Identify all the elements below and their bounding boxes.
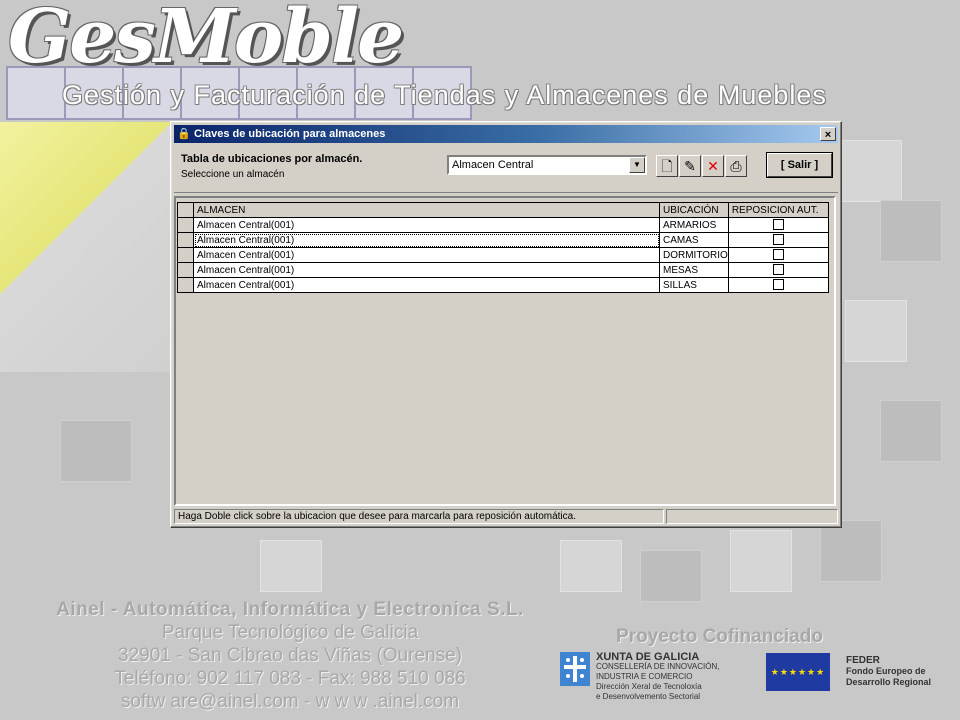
xunta-line: Dirección Xeral de Tecnoloxía bbox=[596, 682, 702, 691]
company-info: Ainel - Automática, Informática y Electr… bbox=[40, 598, 540, 713]
xunta-logo-icon bbox=[560, 652, 590, 686]
locations-dialog: 🔒 Claves de ubicación para almacenes × T… bbox=[170, 121, 842, 528]
table-row[interactable]: Almacen Central(001) MESAS bbox=[177, 262, 829, 278]
cell-reposicion[interactable] bbox=[727, 277, 829, 293]
feder-title: FEDER bbox=[846, 655, 880, 666]
cell-ubicacion[interactable]: CAMAS bbox=[659, 232, 729, 248]
feder-line: Fondo Europeo de bbox=[846, 666, 926, 676]
close-button[interactable]: × bbox=[820, 127, 836, 141]
dialog-title: Claves de ubicación para almacenes bbox=[194, 128, 386, 140]
bg-tile bbox=[260, 540, 322, 592]
reposicion-checkbox[interactable] bbox=[772, 219, 784, 231]
cell-almacen[interactable]: Almacen Central(001) bbox=[193, 277, 660, 293]
dialog-titlebar[interactable]: 🔒 Claves de ubicación para almacenes × bbox=[174, 125, 838, 143]
bg-tile bbox=[640, 550, 702, 602]
print-button[interactable]: ⎙ bbox=[725, 155, 747, 177]
header-title: Tabla de ubicaciones por almacén. bbox=[181, 153, 363, 165]
company-address-2: 32901 - San Cibrao das Viñas (Ourense) bbox=[118, 645, 462, 666]
xunta-line: CONSELLERÍA DE INNOVACIÓN, bbox=[596, 662, 720, 671]
status-pane-empty bbox=[666, 509, 838, 524]
reposicion-checkbox[interactable] bbox=[772, 279, 784, 291]
xunta-text: XUNTA DE GALICIA CONSELLERÍA DE INNOVACI… bbox=[596, 652, 719, 702]
company-web: softw are@ainel.com - w w w .ainel.com bbox=[120, 691, 460, 712]
row-selector[interactable] bbox=[177, 277, 194, 293]
feder-text: FEDER Fondo Europeo de Desarrollo Region… bbox=[846, 655, 931, 688]
xunta-title: XUNTA DE GALICIA bbox=[596, 651, 700, 663]
column-header-reposicion[interactable]: REPOSICION AUT. bbox=[727, 202, 829, 218]
cell-almacen[interactable]: Almacen Central(001) bbox=[193, 217, 660, 233]
new-button[interactable]: 🗋 bbox=[656, 155, 678, 177]
warehouse-select-value: Almacen Central bbox=[452, 159, 534, 171]
company-phone: Teléfono: 902 117 083 - Fax: 988 510 086 bbox=[114, 668, 466, 689]
row-selector[interactable] bbox=[177, 232, 194, 248]
xunta-line: e Desenvolvemento Sectorial bbox=[596, 692, 701, 701]
cell-almacen[interactable]: Almacen Central(001) bbox=[193, 247, 660, 263]
locations-grid-area[interactable]: ALMACEN UBICACIÓN REPOSICION AUT. Almace… bbox=[174, 196, 836, 506]
delete-x-icon: ✕ bbox=[707, 158, 719, 174]
bg-tile bbox=[60, 420, 132, 482]
exit-button[interactable]: [ Salir ] bbox=[767, 153, 832, 177]
eu-flag-icon: ★★★★★★ bbox=[766, 653, 830, 691]
bg-tile bbox=[560, 540, 622, 592]
cofinanced-label: Proyecto Cofinanciado bbox=[616, 626, 823, 647]
table-row[interactable]: Almacen Central(001) ARMARIOS bbox=[177, 217, 829, 233]
cell-ubicacion[interactable]: DORMITORIO bbox=[659, 247, 729, 263]
cell-ubicacion[interactable]: SILLAS bbox=[659, 277, 729, 293]
cell-almacen[interactable]: Almacen Central(001) bbox=[193, 232, 660, 248]
cell-almacen[interactable]: Almacen Central(001) bbox=[193, 262, 660, 278]
company-name: Ainel - Automática, Informática y Electr… bbox=[56, 599, 524, 620]
delete-button[interactable]: ✕ bbox=[702, 155, 724, 177]
reposicion-checkbox[interactable] bbox=[772, 234, 784, 246]
pencil-icon: ✎ bbox=[684, 158, 696, 174]
app-logo: GesMoble bbox=[8, 0, 404, 80]
xunta-line: INDUSTRIA E COMERCIO bbox=[596, 672, 693, 681]
grid-header-row: ALMACEN UBICACIÓN REPOSICION AUT. bbox=[177, 202, 829, 218]
cell-reposicion[interactable] bbox=[727, 232, 829, 248]
locations-grid: ALMACEN UBICACIÓN REPOSICION AUT. Almace… bbox=[177, 202, 829, 293]
cell-ubicacion[interactable]: MESAS bbox=[659, 262, 729, 278]
status-bar: Haga Doble click sobre la ubicacion que … bbox=[174, 509, 838, 525]
new-document-icon: 🗋 bbox=[661, 158, 673, 174]
bg-tile bbox=[820, 520, 882, 582]
cell-reposicion[interactable] bbox=[727, 217, 829, 233]
reposicion-checkbox[interactable] bbox=[772, 249, 784, 261]
cell-reposicion[interactable] bbox=[727, 262, 829, 278]
reposicion-checkbox[interactable] bbox=[772, 264, 784, 276]
row-selector[interactable] bbox=[177, 217, 194, 233]
printer-icon: ⎙ bbox=[730, 158, 742, 174]
row-selector[interactable] bbox=[177, 262, 194, 278]
bg-tile bbox=[880, 400, 942, 462]
bg-tile bbox=[845, 300, 907, 362]
chevron-down-icon[interactable]: ▼ bbox=[629, 157, 645, 173]
bg-tile bbox=[840, 140, 902, 202]
table-row[interactable]: Almacen Central(001) DORMITORIO bbox=[177, 247, 829, 263]
cell-ubicacion[interactable]: ARMARIOS bbox=[659, 217, 729, 233]
feder-line: Desarrollo Regional bbox=[846, 677, 932, 687]
dialog-header: Tabla de ubicaciones por almacén. Selecc… bbox=[174, 144, 838, 193]
bg-tile bbox=[730, 530, 792, 592]
edit-button[interactable]: ✎ bbox=[679, 155, 701, 177]
column-header-ubicacion[interactable]: UBICACIÓN bbox=[659, 202, 729, 218]
bg-tile bbox=[880, 200, 942, 262]
yellow-decoration bbox=[0, 122, 175, 372]
app-icon: 🔒 bbox=[177, 128, 191, 140]
app-subtitle: Gestión y Facturación de Tiendas y Almac… bbox=[62, 80, 827, 110]
row-selector[interactable] bbox=[177, 247, 194, 263]
company-address-1: Parque Tecnológico de Galicia bbox=[161, 622, 419, 643]
cell-reposicion[interactable] bbox=[727, 247, 829, 263]
status-message: Haga Doble click sobre la ubicacion que … bbox=[174, 509, 664, 524]
row-header-corner bbox=[177, 202, 194, 218]
table-row[interactable]: Almacen Central(001) CAMAS bbox=[177, 232, 829, 248]
table-row[interactable]: Almacen Central(001) SILLAS bbox=[177, 277, 829, 293]
header-subtitle: Seleccione un almacén bbox=[181, 169, 285, 180]
column-header-almacen[interactable]: ALMACEN bbox=[193, 202, 660, 218]
warehouse-select[interactable]: Almacen Central ▼ bbox=[447, 155, 647, 175]
